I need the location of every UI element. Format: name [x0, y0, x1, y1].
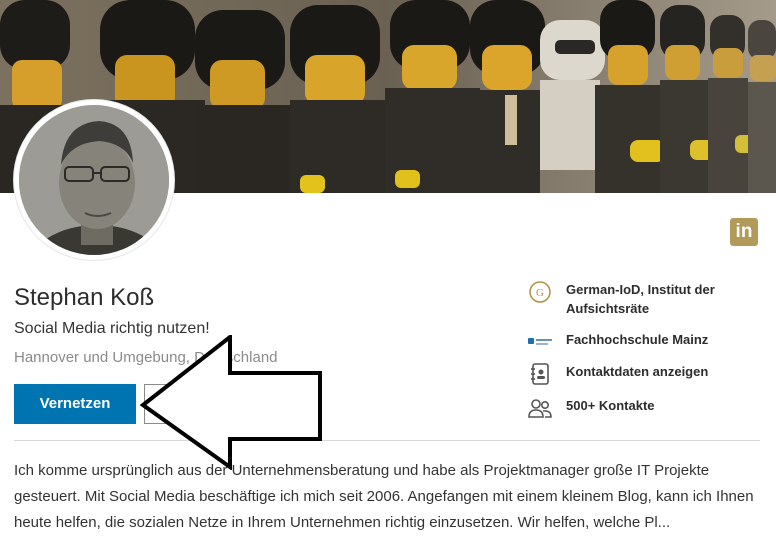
svg-text:G: G	[536, 287, 544, 299]
avatar[interactable]	[19, 105, 169, 255]
network-logo-icon[interactable]: in	[730, 218, 758, 246]
people-icon	[527, 396, 553, 420]
highlight-contact-info[interactable]: Kontaktdaten anzeigen	[527, 362, 708, 386]
profile-name: Stephan Koß	[14, 284, 155, 311]
highlight-contact-info-label: Kontaktdaten anzeigen	[566, 364, 709, 379]
school-logo-icon	[527, 330, 553, 354]
highlight-company-label: German-IoD, Institut der Aufsichtsräte	[566, 282, 715, 316]
highlight-company[interactable]: G German-IoD, Institut der Aufsichtsräte	[527, 280, 756, 318]
connect-button[interactable]: Vernetzen	[14, 384, 136, 424]
profile-photo-frame[interactable]	[14, 100, 174, 260]
highlight-school[interactable]: Fachhochschule Mainz	[527, 330, 708, 354]
highlight-connections-label: 500+ Kontakte	[566, 398, 655, 413]
highlight-connections[interactable]: 500+ Kontakte	[527, 396, 655, 420]
profile-summary[interactable]: Ich komme ursprünglich aus der Unternehm…	[14, 458, 766, 536]
arrow-annotation-icon	[139, 335, 322, 470]
avatar-portrait	[19, 105, 169, 255]
highlight-school-label: Fachhochschule Mainz	[566, 332, 709, 347]
section-divider	[14, 440, 760, 441]
institute-logo-icon: G	[527, 280, 553, 304]
contact-card-icon	[527, 362, 553, 386]
